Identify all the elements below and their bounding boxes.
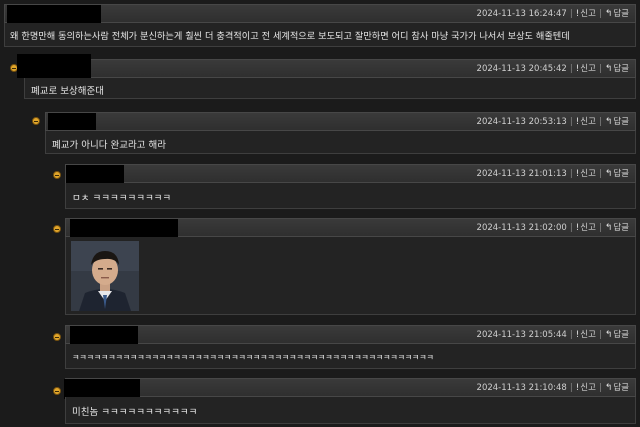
reply-button[interactable]: ↰답글	[605, 383, 629, 393]
comment-body: 폐교가 아니다 완교라고 해라	[45, 131, 636, 154]
comment-body: 왜 한명만해 동의하는사람 전체가 분신하는게 훨씬 더 충격적이고 전 세계적…	[4, 23, 636, 47]
collapse-toggle-icon[interactable]	[53, 171, 61, 179]
reply-arrow-icon: ↰	[604, 169, 613, 179]
comment-item: 2024-11-13 20:45:42 | !신고 | ↰답글 폐교로 보상해준대	[17, 54, 636, 99]
author-nickname-redacted[interactable]	[48, 113, 96, 130]
comment-header: 2024-11-13 21:01:13 | !신고 | ↰답글	[65, 164, 636, 184]
comment-item: 2024-11-13 21:02:00 | !신고 | ↰답글	[65, 218, 636, 315]
comment-meta: 2024-11-13 21:10:48 | !신고 | ↰답글	[476, 383, 629, 393]
reply-button[interactable]: ↰답글	[605, 117, 629, 127]
comment-meta: 2024-11-13 21:01:13 | !신고 | ↰답글	[476, 169, 629, 179]
comment-body	[65, 237, 636, 315]
comment-body: ㅋㅋㅋㅋㅋㅋㅋㅋㅋㅋㅋㅋㅋㅋㅋㅋㅋㅋㅋㅋㅋㅋㅋㅋㅋㅋㅋㅋㅋㅋㅋㅋㅋㅋㅋㅋㅋㅋㅋㅋ…	[65, 344, 636, 369]
comment-item: 2024-11-13 21:05:44 | !신고 | ↰답글 ㅋㅋㅋㅋㅋㅋㅋㅋㅋㅋㅋㅋ…	[65, 325, 636, 369]
report-button[interactable]: !신고	[576, 383, 596, 393]
author-nickname-redacted[interactable]	[66, 165, 124, 184]
comment-text: 폐교가 아니다 완교라고 해라	[52, 140, 166, 151]
comment-item: 2024-11-13 21:10:48 | !신고 | ↰답글 미친놈 ㅋㅋㅋㅋㅋㅋㅋㅋ…	[64, 378, 636, 424]
reply-arrow-icon: ↰	[604, 223, 613, 233]
comment-header: 2024-11-13 20:45:42 | !신고 | ↰답글	[17, 54, 636, 78]
author-nickname-redacted[interactable]	[70, 219, 178, 238]
reply-arrow-icon: ↰	[604, 330, 613, 340]
report-button[interactable]: !신고	[576, 64, 596, 74]
reply-button[interactable]: ↰답글	[605, 64, 629, 74]
comment-text: ㅋㅋㅋㅋㅋㅋㅋㅋㅋㅋㅋㅋㅋㅋㅋㅋㅋㅋㅋㅋㅋㅋㅋㅋㅋㅋㅋㅋㅋㅋㅋㅋㅋㅋㅋㅋㅋㅋㅋㅋ…	[72, 352, 434, 362]
comment-text: ㅁㅊ ㅋㅋㅋㅋㅋㅋㅋㅋㅋ	[72, 193, 172, 204]
reply-arrow-icon: ↰	[604, 117, 613, 127]
collapse-toggle-icon[interactable]	[53, 333, 61, 341]
comment-meta: 2024-11-13 21:05:44 | !신고 | ↰답글	[476, 330, 629, 340]
author-nickname-redacted[interactable]	[64, 379, 140, 399]
comment-meta: 2024-11-13 16:24:47 | !신고 | ↰답글	[476, 9, 629, 19]
collapse-toggle-icon[interactable]	[53, 225, 61, 233]
attached-photo[interactable]	[71, 241, 139, 311]
report-button[interactable]: !신고	[576, 169, 596, 179]
comment-header: 2024-11-13 16:24:47 | !신고 | ↰답글	[4, 4, 636, 27]
comment-timestamp: 2024-11-13 21:02:00	[476, 223, 567, 233]
exclamation-icon: !	[575, 330, 580, 340]
comment-timestamp: 2024-11-13 20:53:13	[476, 117, 567, 127]
comment-item: 2024-11-13 20:53:13 | !신고 | ↰답글 폐교가 아니다 완교라고…	[45, 112, 636, 154]
report-button[interactable]: !신고	[576, 223, 596, 233]
comment-timestamp: 2024-11-13 21:10:48	[476, 383, 567, 393]
reply-arrow-icon: ↰	[604, 64, 613, 74]
collapse-toggle-icon[interactable]	[32, 117, 40, 125]
exclamation-icon: !	[575, 169, 580, 179]
comment-timestamp: 2024-11-13 21:01:13	[476, 169, 567, 179]
reply-arrow-icon: ↰	[604, 9, 613, 19]
author-nickname-redacted[interactable]	[17, 54, 91, 78]
person-photo-image	[71, 241, 139, 311]
comment-timestamp: 2024-11-13 16:24:47	[476, 9, 567, 19]
comment-header: 2024-11-13 21:05:44 | !신고 | ↰답글	[65, 325, 636, 345]
reply-button[interactable]: ↰답글	[605, 223, 629, 233]
comment-item: 2024-11-13 16:24:47 | !신고 | ↰답글 왜 한명만해 동의하는사…	[4, 4, 636, 47]
report-button[interactable]: !신고	[576, 330, 596, 340]
report-button[interactable]: !신고	[576, 9, 596, 19]
comment-text: 폐교로 보상해준대	[31, 86, 104, 97]
comment-body: ㅁㅊ ㅋㅋㅋㅋㅋㅋㅋㅋㅋ	[65, 183, 636, 209]
reply-button[interactable]: ↰답글	[605, 330, 629, 340]
exclamation-icon: !	[575, 64, 580, 74]
report-button[interactable]: !신고	[576, 117, 596, 127]
collapse-toggle-icon[interactable]	[53, 387, 61, 395]
comment-body: 미친놈 ㅋㅋㅋㅋㅋㅋㅋㅋㅋㅋㅋ	[65, 397, 636, 424]
exclamation-icon: !	[575, 117, 580, 127]
comment-meta: 2024-11-13 20:53:13 | !신고 | ↰답글	[476, 117, 629, 127]
exclamation-icon: !	[575, 223, 580, 233]
exclamation-icon: !	[575, 383, 580, 393]
comment-meta: 2024-11-13 21:02:00 | !신고 | ↰답글	[476, 223, 629, 233]
comment-timestamp: 2024-11-13 21:05:44	[476, 330, 567, 340]
comment-body: 폐교로 보상해준대	[24, 78, 636, 99]
comment-header: 2024-11-13 21:10:48 | !신고 | ↰답글	[64, 378, 636, 399]
comment-header: 2024-11-13 21:02:00 | !신고 | ↰답글	[65, 218, 636, 238]
comment-item: 2024-11-13 21:01:13 | !신고 | ↰답글 ㅁㅊ ㅋㅋㅋㅋㅋㅋㅋㅋㅋ	[65, 164, 636, 209]
author-nickname-redacted[interactable]	[70, 326, 138, 345]
comment-text: 미친놈 ㅋㅋㅋㅋㅋㅋㅋㅋㅋㅋㅋ	[72, 407, 198, 418]
comment-text: 왜 한명만해 동의하는사람 전체가 분신하는게 훨씬 더 충격적이고 전 세계적…	[10, 31, 570, 42]
comment-header: 2024-11-13 20:53:13 | !신고 | ↰답글	[45, 112, 636, 131]
comment-timestamp: 2024-11-13 20:45:42	[476, 64, 567, 74]
reply-arrow-icon: ↰	[604, 383, 613, 393]
exclamation-icon: !	[575, 9, 580, 19]
comment-meta: 2024-11-13 20:45:42 | !신고 | ↰답글	[476, 64, 629, 74]
reply-button[interactable]: ↰답글	[605, 169, 629, 179]
reply-button[interactable]: ↰답글	[605, 9, 629, 19]
